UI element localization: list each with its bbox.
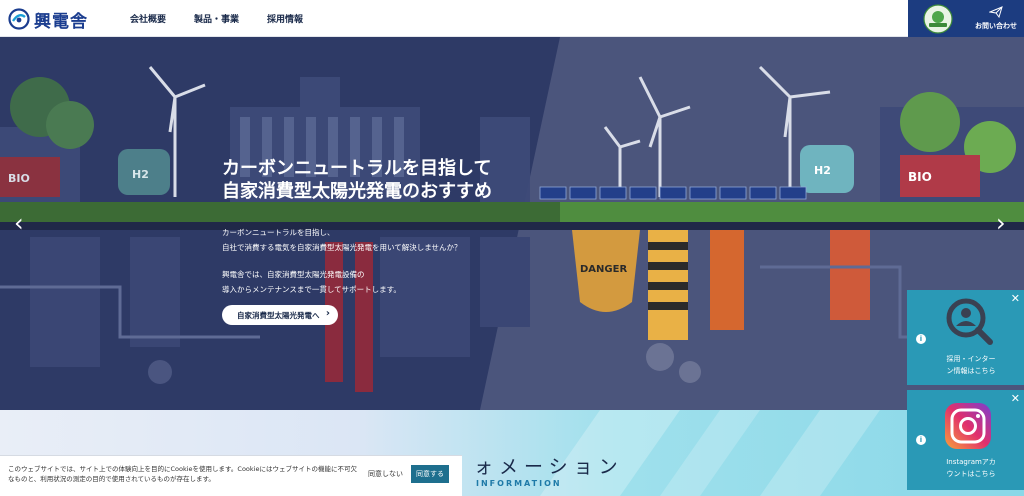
info-icon: i — [916, 334, 926, 344]
site-header: 興電舎 会社概要 製品・事業 採用情報 お問い合わせ — [0, 0, 1024, 37]
paper-plane-icon — [989, 6, 1003, 18]
svg-text:BIO: BIO — [908, 170, 932, 184]
instagram-widget-label: Instagramアカ ウントはこちら — [946, 458, 996, 478]
svg-text:DANGER: DANGER — [580, 264, 627, 275]
instagram-widget[interactable]: ✕ i Instagramアカ ウントはこちら — [907, 390, 1024, 490]
recruit-widget[interactable]: ✕ i 採用・インター ン情報はこちら — [907, 290, 1024, 385]
solar-cta-button[interactable]: 自家消費型太陽光発電へ › — [222, 305, 338, 325]
section-title: ォメーション — [474, 456, 624, 478]
hero-body-line-4: 導入からメンテナンスまで一貫してサポートします。 — [222, 285, 401, 294]
solar-cta-label: 自家消費型太陽光発電へ — [237, 310, 320, 320]
hero-title-line-1: カーボンニュートラルを目指して — [222, 158, 492, 179]
site-logo[interactable]: 興電舎 — [8, 6, 88, 32]
close-icon[interactable]: ✕ — [1011, 292, 1020, 305]
cookie-accept-button[interactable]: 同意する — [411, 465, 449, 483]
hero-title-line-2: 自家消費型太陽光発電のおすすめ — [222, 181, 492, 202]
contact-label: お問い合わせ — [975, 22, 1017, 30]
svg-text:H2: H2 — [132, 168, 149, 181]
hero-illustration: BIO BIO H2 H2 DANGER — [0, 37, 1024, 410]
close-icon[interactable]: ✕ — [1011, 392, 1020, 405]
main-nav: 会社概要 製品・事業 採用情報 — [130, 0, 303, 37]
svg-text:H2: H2 — [814, 164, 831, 177]
svg-text:BIO: BIO — [8, 172, 30, 185]
cookie-banner: このウェブサイトでは、サイト上での体験向上を目的にCookieを使用します。Co… — [0, 455, 462, 496]
carousel-prev-button[interactable]: ‹ — [14, 211, 24, 235]
hero-body-line-1: カーボンニュートラルを目指し、 — [222, 228, 335, 237]
carousel-next-button[interactable]: › — [996, 211, 1006, 235]
hero-body-line-2: 自社で消費する電気を自家消費型太陽光発電を用いて解決しませんか？ — [222, 243, 462, 252]
logo-mark-icon — [8, 8, 30, 30]
recruit-widget-label: 採用・インター ン情報はこちら — [946, 355, 996, 375]
info-icon: i — [916, 435, 926, 445]
hero-title: カーボンニュートラルを目指して 自家消費型太陽光発電のおすすめ — [222, 157, 492, 203]
hero-description: カーボンニュートラルを目指し、 自社で消費する電気を自家消費型太陽光発電を用いて… — [222, 225, 462, 297]
hero-body-line-3: 興電舎では、自家消費型太陽光発電設備の — [222, 270, 365, 279]
recruit-search-icon — [946, 298, 993, 345]
section-subtitle: INFORMATION — [476, 479, 562, 488]
hero-carousel: BIO BIO H2 H2 DANGER ‹ › カーボンニュートラルを目指して… — [0, 37, 1024, 410]
instagram-icon — [945, 403, 991, 449]
nav-company[interactable]: 会社概要 — [130, 12, 166, 25]
eco-emblem-icon — [923, 3, 953, 34]
cookie-text: このウェブサイトでは、サイト上での体験向上を目的にCookieを使用します。Co… — [8, 465, 357, 483]
logo-text: 興電舎 — [34, 11, 88, 32]
certification-badge[interactable] — [908, 0, 968, 37]
nav-recruit[interactable]: 採用情報 — [267, 12, 303, 25]
chevron-right-icon: › — [325, 308, 330, 319]
contact-button[interactable]: お問い合わせ — [968, 0, 1024, 37]
cookie-decline-button[interactable]: 同意しない — [368, 469, 403, 479]
nav-products[interactable]: 製品・事業 — [194, 12, 239, 25]
